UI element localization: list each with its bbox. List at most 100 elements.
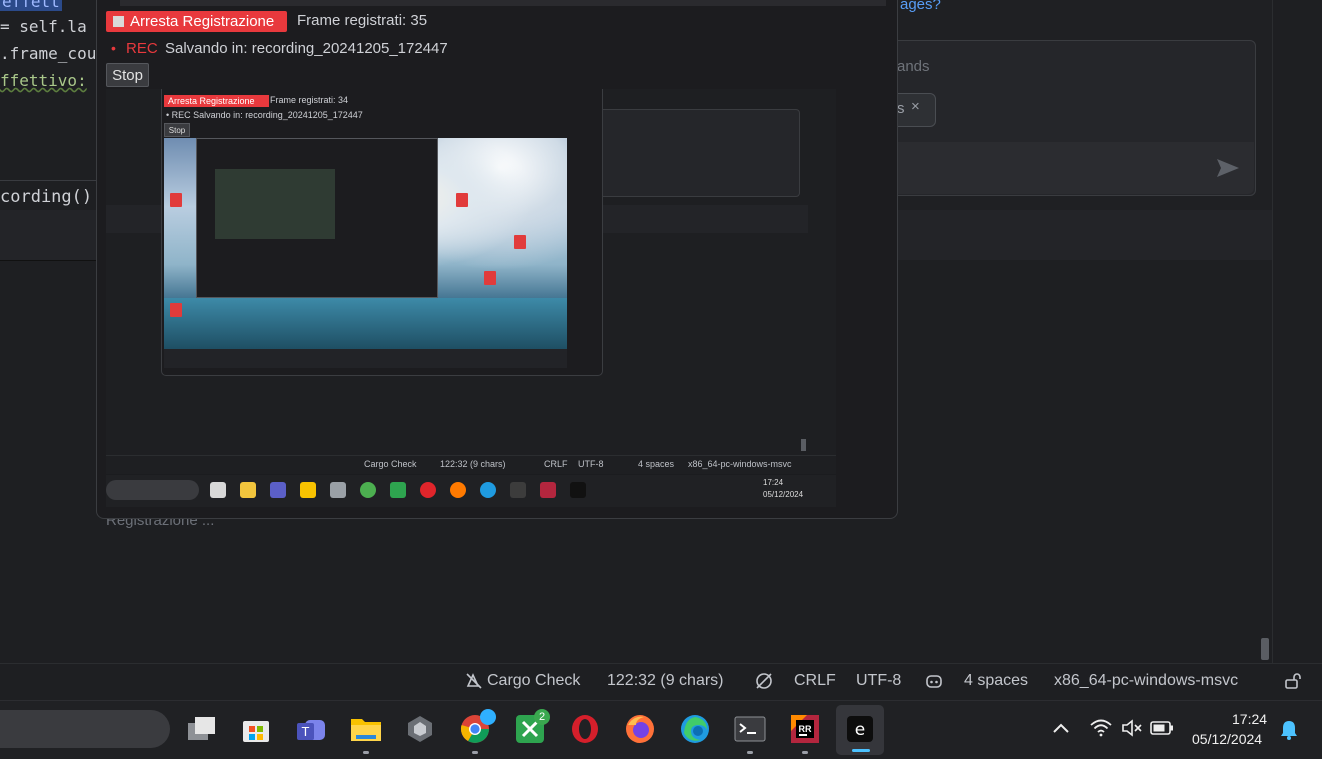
preview-inner-taskbar	[164, 349, 567, 368]
preview-assistant-panel	[598, 109, 800, 197]
pdf-file-icon	[514, 235, 526, 249]
running-indicator	[472, 751, 478, 754]
terminal-icon[interactable]	[732, 711, 768, 747]
preview-cursor-position: 122:32 (9 chars)	[440, 459, 506, 469]
editor-scrollbar-thumb[interactable]	[1261, 638, 1269, 660]
preview-app-icon	[330, 482, 346, 498]
teams-icon[interactable]: T	[293, 711, 329, 747]
context-chip-label: s	[897, 100, 905, 117]
ide-statusbar: Cargo Check 122:32 (9 chars) CRLF UTF-8 …	[0, 663, 1322, 701]
svg-text:T: T	[302, 724, 310, 739]
stop-recording-label: Arresta Registrazione	[130, 13, 275, 30]
preview-taskview-icon	[210, 482, 226, 498]
preview-clock-date: 05/12/2024	[763, 490, 804, 499]
panel-border	[1272, 0, 1273, 663]
running-indicator	[747, 751, 753, 754]
cursor-position[interactable]: 122:32 (9 chars)	[607, 672, 724, 690]
notification-bell-icon[interactable]	[1279, 719, 1299, 741]
build-target[interactable]: x86_64-pc-windows-msvc	[1054, 672, 1238, 690]
preview-line-ending: CRLF	[544, 459, 568, 469]
windows-taskbar: T 2 RR e 17:24 05/12/2024	[0, 700, 1322, 759]
app-hexagon-icon[interactable]	[402, 711, 438, 747]
assistant-input[interactable]	[878, 142, 1254, 194]
preview-opera-icon	[420, 482, 436, 498]
assistant-link[interactable]: ages?	[900, 0, 941, 13]
chip-close-icon[interactable]: ×	[911, 98, 920, 115]
pdf-file-icon	[456, 193, 468, 207]
copilot-icon[interactable]	[925, 672, 943, 690]
preview-active-app-icon	[570, 482, 586, 498]
preview-statusbar: Cargo Check 122:32 (9 chars) CRLF UTF-8 …	[106, 455, 836, 474]
file-explorer-icon[interactable]	[348, 711, 384, 747]
pdf-file-icon	[170, 303, 182, 317]
pdf-file-icon	[170, 193, 182, 207]
preview-nested-recorder	[196, 138, 438, 298]
frames-recorded-text: Frame registrati: 35	[297, 12, 428, 29]
preview-edge-icon	[480, 482, 496, 498]
line-ending[interactable]: CRLF	[794, 672, 836, 690]
stop-square-icon	[113, 16, 124, 27]
preview-indent: 4 spaces	[638, 459, 675, 469]
preview-store-icon	[240, 482, 256, 498]
recorder-title-strip	[120, 0, 886, 6]
code-line-2: = self.la	[0, 17, 87, 36]
volume-muted-icon[interactable]	[1121, 719, 1143, 737]
preview-rustrover-icon	[540, 482, 556, 498]
preview-stop-recording-button: Arresta Registrazione	[164, 95, 269, 107]
rustrover-icon[interactable]: RR	[787, 711, 823, 747]
preview-chrome-icon	[360, 482, 376, 498]
cargo-check-status[interactable]: Cargo Check	[487, 672, 580, 690]
chevron-up-icon[interactable]	[1052, 721, 1070, 735]
stop-button[interactable]: Stop	[106, 63, 149, 87]
clock-time[interactable]: 17:24	[1232, 711, 1267, 727]
rustrover-letters: RR	[799, 724, 812, 734]
xbox-notification-badge: 2	[534, 709, 550, 725]
unlock-icon[interactable]	[1284, 672, 1302, 690]
running-indicator	[363, 751, 369, 754]
rec-dot-icon: •	[111, 40, 116, 56]
active-app-letter: e	[855, 720, 865, 740]
taskbar-search[interactable]	[0, 710, 170, 748]
preview-nested-content	[215, 169, 335, 239]
preview-cargo-check: Cargo Check	[364, 459, 417, 469]
task-view-icon[interactable]	[184, 711, 220, 747]
preview-encoding: UTF-8	[578, 459, 604, 469]
preview-terminal-icon	[510, 482, 526, 498]
wifi-icon[interactable]	[1090, 719, 1112, 737]
edge-icon[interactable]	[677, 711, 713, 747]
send-icon[interactable]	[1215, 156, 1241, 180]
preview-clock-time: 17:24	[763, 478, 784, 487]
microsoft-store-icon[interactable]	[238, 711, 274, 747]
active-app-indicator	[852, 749, 870, 752]
preview-saving-text: • REC Salvando in: recording_20241205_17…	[166, 110, 363, 120]
rec-indicator: REC	[126, 40, 158, 57]
editor-divider	[0, 180, 100, 181]
chrome-profile-badge	[480, 709, 496, 725]
cargo-off-icon	[466, 673, 482, 689]
indent-setting[interactable]: 4 spaces	[964, 672, 1028, 690]
stop-recording-button[interactable]: Arresta Registrazione	[106, 11, 287, 32]
firefox-icon[interactable]	[622, 711, 658, 747]
preview-sea	[164, 298, 567, 353]
battery-icon[interactable]	[1150, 721, 1174, 735]
pdf-file-icon	[484, 271, 496, 285]
code-line-3: .frame_cou	[0, 44, 97, 63]
code-fragment-recording: cording()	[0, 187, 93, 207]
preview-xbox-icon	[390, 482, 406, 498]
active-app-icon[interactable]: e	[842, 711, 878, 747]
file-encoding[interactable]: UTF-8	[856, 672, 901, 690]
code-line-1: effett	[0, 0, 62, 11]
preview-search-pill	[106, 480, 199, 500]
preview-explorer-icon	[300, 482, 316, 498]
running-indicator	[802, 751, 808, 754]
opera-icon[interactable]	[567, 711, 603, 747]
preview-target: x86_64-pc-windows-msvc	[688, 459, 792, 469]
preview-scrollbar	[801, 439, 806, 451]
saving-path-text: Salvando in: recording_20241205_172447	[165, 40, 448, 57]
preview-teams-icon	[270, 482, 286, 498]
inspections-icon[interactable]	[755, 672, 773, 690]
preview-frames-text: Frame registrati: 34	[270, 95, 349, 105]
preview-firefox-icon	[450, 482, 466, 498]
clock-date[interactable]: 05/12/2024	[1192, 731, 1262, 747]
preview-desktop-wallpaper	[164, 138, 567, 368]
